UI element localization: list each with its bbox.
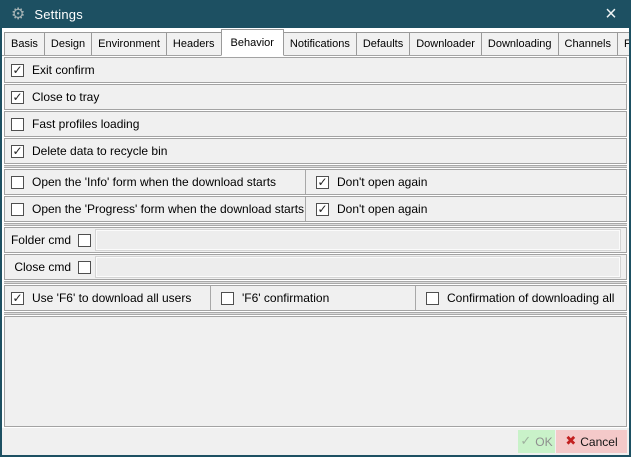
open-info-cell: Open the 'Info' form when the download s… — [5, 170, 305, 194]
open-info-form-checkbox[interactable]: Open the 'Info' form when the download s… — [5, 175, 276, 189]
close-cmd-input[interactable] — [96, 257, 620, 277]
footer-bar: ✓ OK ✖ Cancel — [2, 428, 629, 455]
checkbox-box[interactable]: ✓ — [11, 91, 24, 104]
progress-dont-open-again-label: Don't open again — [337, 202, 427, 216]
close-icon: × — [605, 4, 617, 24]
group-divider — [4, 281, 627, 284]
checkbox-box[interactable]: ✓ — [316, 176, 329, 189]
open-info-form-label: Open the 'Info' form when the download s… — [32, 175, 276, 189]
row-exit-confirm: ✓ Exit confirm — [4, 57, 627, 83]
titlebar: ⚙ Settings × — [2, 0, 629, 28]
row-close-to-tray: ✓ Close to tray — [4, 84, 627, 110]
tab-environment[interactable]: Environment — [91, 32, 167, 55]
exit-confirm-checkbox[interactable]: ✓ Exit confirm — [5, 63, 95, 77]
info-dont-open-again-checkbox[interactable]: ✓ Don't open again — [316, 175, 427, 189]
tab-notifications[interactable]: Notifications — [283, 32, 357, 55]
group-divider — [4, 223, 627, 226]
f6-confirmation-cell: 'F6' confirmation — [210, 286, 415, 310]
tab-bar: Basis Design Environment Headers Behavio… — [2, 28, 629, 56]
checkbox-box[interactable] — [11, 203, 24, 216]
empty-panel — [4, 316, 627, 427]
ok-button[interactable]: ✓ OK — [518, 430, 555, 453]
x-icon: ✖ — [565, 435, 576, 448]
checkbox-box[interactable]: ✓ — [11, 64, 24, 77]
behavior-tab-page: ✓ Exit confirm ✓ Close to tray Fast prof… — [2, 56, 629, 428]
info-dont-open-again-label: Don't open again — [337, 175, 427, 189]
tab-basis[interactable]: Basis — [4, 32, 45, 55]
f6-confirmation-label: 'F6' confirmation — [242, 291, 329, 305]
row-open-info-form: Open the 'Info' form when the download s… — [4, 169, 627, 195]
close-to-tray-label: Close to tray — [32, 90, 99, 104]
use-f6-cell: ✓ Use 'F6' to download all users — [5, 286, 210, 310]
tab-channels[interactable]: Channels — [558, 32, 618, 55]
folder-cmd-checkbox[interactable] — [78, 234, 91, 247]
check-icon: ✓ — [520, 435, 531, 448]
checkbox-box[interactable] — [11, 118, 24, 131]
tab-headers[interactable]: Headers — [166, 32, 222, 55]
checkbox-box[interactable] — [221, 292, 234, 305]
tab-downloading[interactable]: Downloading — [481, 32, 559, 55]
row-delete-data-to-recycle-bin: ✓ Delete data to recycle bin — [4, 138, 627, 164]
checkbox-box[interactable] — [426, 292, 439, 305]
row-fast-profiles-loading: Fast profiles loading — [4, 111, 627, 137]
checkbox-box[interactable]: ✓ — [11, 292, 24, 305]
delete-data-to-recycle-bin-checkbox[interactable]: ✓ Delete data to recycle bin — [5, 144, 167, 158]
open-progress-form-label: Open the 'Progress' form when the downlo… — [32, 202, 304, 216]
row-close-cmd: Close cmd — [4, 254, 627, 280]
use-f6-checkbox[interactable]: ✓ Use 'F6' to download all users — [5, 291, 191, 305]
confirmation-downloading-all-label: Confirmation of downloading all — [447, 291, 614, 305]
fast-profiles-loading-checkbox[interactable]: Fast profiles loading — [5, 117, 139, 131]
close-button[interactable]: × — [593, 0, 629, 28]
row-folder-cmd: Folder cmd — [4, 227, 627, 253]
row-f6-options: ✓ Use 'F6' to download all users 'F6' co… — [4, 285, 627, 311]
row-open-progress-form: Open the 'Progress' form when the downlo… — [4, 196, 627, 222]
delete-data-to-recycle-bin-label: Delete data to recycle bin — [32, 144, 167, 158]
checkbox-box[interactable] — [11, 176, 24, 189]
open-info-dont-cell: ✓ Don't open again — [305, 170, 626, 194]
progress-dont-open-again-checkbox[interactable]: ✓ Don't open again — [316, 202, 427, 216]
tab-feed[interactable]: Feed — [617, 32, 631, 55]
ok-button-label: OK — [535, 435, 552, 449]
tab-downloader[interactable]: Downloader — [409, 32, 482, 55]
tab-design[interactable]: Design — [44, 32, 92, 55]
close-to-tray-checkbox[interactable]: ✓ Close to tray — [5, 90, 99, 104]
tab-defaults[interactable]: Defaults — [356, 32, 410, 55]
folder-cmd-label: Folder cmd — [5, 233, 71, 247]
open-progress-dont-cell: ✓ Don't open again — [305, 197, 626, 221]
tab-behavior[interactable]: Behavior — [221, 29, 284, 56]
use-f6-label: Use 'F6' to download all users — [32, 291, 191, 305]
checkbox-box[interactable]: ✓ — [316, 203, 329, 216]
folder-cmd-input[interactable] — [96, 230, 620, 250]
cancel-button[interactable]: ✖ Cancel — [556, 430, 627, 453]
settings-dialog: ⚙ Settings × Basis Design Environment He… — [0, 0, 631, 457]
checkbox-box[interactable]: ✓ — [11, 145, 24, 158]
group-divider — [4, 165, 627, 168]
open-progress-form-checkbox[interactable]: Open the 'Progress' form when the downlo… — [5, 202, 304, 216]
open-progress-cell: Open the 'Progress' form when the downlo… — [5, 197, 305, 221]
close-cmd-label: Close cmd — [5, 260, 71, 274]
gear-icon: ⚙ — [11, 6, 25, 22]
exit-confirm-label: Exit confirm — [32, 63, 95, 77]
confirmation-downloading-all-cell: Confirmation of downloading all — [415, 286, 626, 310]
window-title: Settings — [34, 7, 83, 22]
group-divider — [4, 312, 627, 315]
confirmation-downloading-all-checkbox[interactable]: Confirmation of downloading all — [426, 291, 614, 305]
close-cmd-checkbox[interactable] — [78, 261, 91, 274]
cancel-button-label: Cancel — [580, 435, 617, 449]
fast-profiles-loading-label: Fast profiles loading — [32, 117, 139, 131]
f6-confirmation-checkbox[interactable]: 'F6' confirmation — [221, 291, 329, 305]
